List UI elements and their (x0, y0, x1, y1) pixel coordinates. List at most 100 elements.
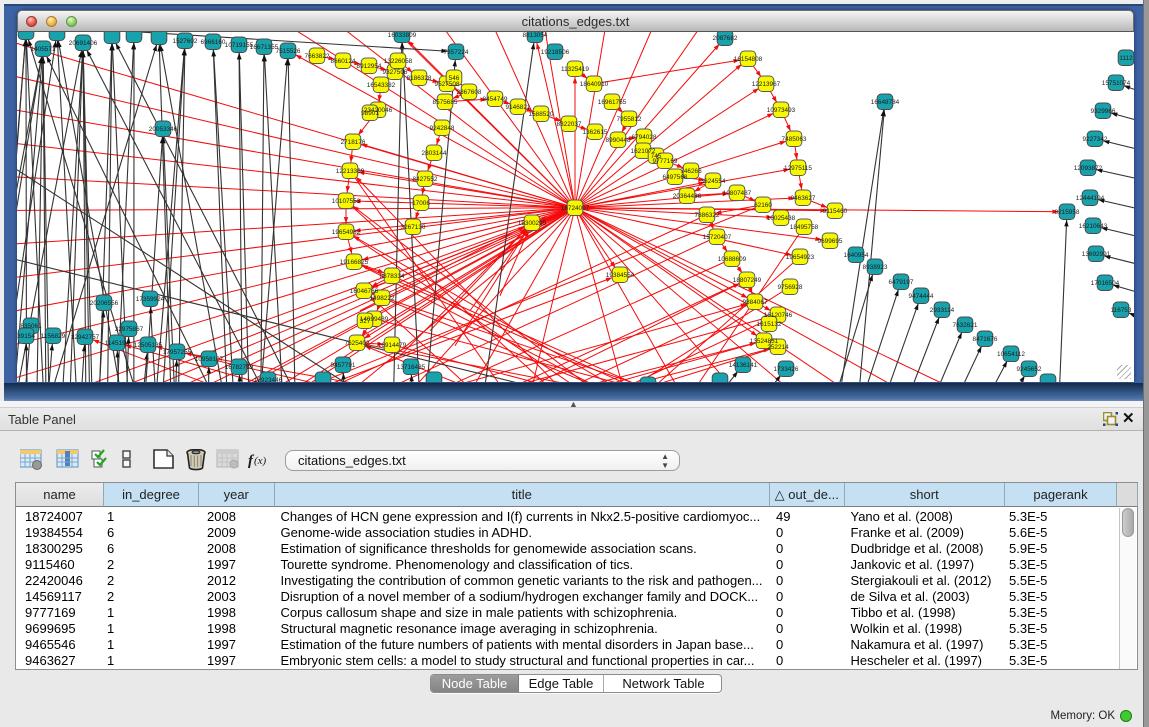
svg-text:19166825: 19166825 (340, 258, 369, 265)
svg-text:10973493: 10973493 (767, 106, 796, 113)
svg-text:1640954: 1640954 (844, 251, 869, 258)
svg-text:1527602: 1527602 (173, 37, 198, 44)
svg-text:3267130: 3267130 (401, 223, 426, 230)
svg-text:1588520: 1588520 (529, 110, 554, 117)
svg-text:16543382: 16543382 (367, 81, 396, 88)
svg-text:7632621: 7632621 (953, 321, 978, 328)
svg-text:6966160: 6966160 (201, 38, 226, 45)
svg-text:8813054: 8813054 (523, 32, 548, 39)
svg-text:7485063: 7485063 (782, 135, 807, 142)
svg-text:7625402: 7625402 (345, 339, 370, 346)
svg-text:18495758: 18495758 (790, 223, 819, 230)
svg-text:16210643: 16210643 (1079, 222, 1108, 229)
svg-text:1615132: 1615132 (757, 320, 782, 327)
svg-text:7886322: 7886322 (695, 211, 720, 218)
svg-text:12213967: 12213967 (752, 80, 781, 87)
svg-text:8912954: 8912954 (357, 62, 382, 69)
svg-text:546: 546 (449, 74, 460, 81)
svg-text:12942757: 12942757 (71, 333, 100, 340)
svg-text:16154808: 16154808 (734, 55, 763, 62)
svg-text:8215958: 8215958 (1055, 208, 1080, 215)
svg-text:20691406: 20691406 (69, 39, 98, 46)
svg-text:20206556: 20206556 (90, 299, 119, 306)
svg-text:10688609: 10688609 (718, 255, 747, 262)
svg-text:8186328: 8186328 (407, 74, 432, 81)
svg-text:9146821: 9146821 (506, 103, 531, 110)
svg-text:9115460: 9115460 (823, 207, 848, 214)
svg-text:19218506: 19218506 (541, 48, 570, 55)
svg-text:12975115: 12975115 (784, 164, 812, 171)
svg-text:32975867: 32975867 (115, 325, 144, 332)
svg-text:252214: 252214 (767, 343, 789, 350)
svg-text:9327506: 9327506 (383, 68, 408, 75)
svg-text:8575685: 8575685 (433, 98, 458, 105)
svg-text:9756928: 9756928 (778, 283, 803, 290)
svg-text:7515526: 7515526 (276, 47, 301, 54)
svg-text:16120746: 16120746 (764, 311, 793, 318)
svg-text:20364436: 20364436 (673, 192, 702, 199)
svg-text:10807487: 10807487 (723, 189, 752, 196)
svg-text:9527508: 9527508 (435, 80, 460, 87)
svg-text:8660124: 8660124 (331, 57, 356, 64)
svg-text:12505135: 12505135 (134, 341, 163, 348)
svg-text:7663822: 7663822 (305, 52, 330, 59)
svg-text:16046766: 16046766 (350, 287, 379, 294)
svg-text:10025438: 10025438 (767, 214, 796, 221)
svg-text:8938923: 8938923 (863, 263, 888, 270)
svg-text:17016504: 17016504 (1091, 279, 1120, 286)
svg-text:10107553: 10107553 (332, 197, 361, 204)
svg-text:116753: 116753 (1111, 306, 1132, 313)
svg-text:9884067: 9884067 (743, 298, 768, 305)
svg-text:9699695: 9699695 (818, 237, 843, 244)
svg-text:835061: 835061 (20, 322, 42, 329)
svg-text:13226058: 13226058 (384, 57, 413, 64)
svg-text:20053346: 20053346 (149, 125, 178, 132)
svg-text:7955812: 7955812 (617, 115, 642, 122)
svg-text:19654982: 19654982 (332, 228, 361, 235)
svg-text:13692991: 13692991 (1082, 250, 1111, 257)
svg-text:2803144: 2803144 (422, 149, 447, 156)
svg-text:16648784: 16648784 (871, 98, 900, 105)
svg-text:39154: 39154 (17, 332, 35, 339)
svg-text:18724007: 18724007 (561, 204, 590, 211)
svg-text:9242848: 9242848 (430, 124, 455, 131)
svg-text:7357224: 7357224 (444, 48, 469, 55)
svg-text:16033809: 16033809 (388, 32, 417, 39)
svg-text:62160: 62160 (754, 201, 772, 208)
svg-text:16961755: 16961755 (598, 98, 627, 105)
svg-text:1156829: 1156829 (41, 332, 66, 339)
svg-text:327: 327 (360, 317, 371, 324)
svg-text:19384554: 19384554 (606, 271, 635, 278)
svg-text:9777169: 9777169 (653, 157, 678, 164)
svg-text:9227342: 9227342 (1083, 135, 1108, 142)
svg-text:8878334: 8878334 (380, 272, 405, 279)
svg-text:9245652: 9245652 (1017, 365, 1042, 372)
svg-text:6497568: 6497568 (663, 173, 688, 180)
svg-text:12213369: 12213369 (336, 167, 365, 174)
svg-text:17359924: 17359924 (136, 295, 165, 302)
svg-text:16671355: 16671355 (250, 43, 279, 50)
svg-text:19654923: 19654923 (786, 253, 815, 260)
svg-text:12093872: 12093872 (1074, 164, 1103, 171)
svg-text:12444194: 12444194 (1076, 194, 1105, 201)
svg-text:1733426: 1733426 (774, 365, 799, 372)
svg-text:2867608: 2867608 (457, 88, 482, 95)
svg-text:3624554: 3624554 (701, 177, 726, 184)
svg-text:15751074: 15751074 (1102, 79, 1131, 86)
svg-text:8454749: 8454749 (483, 95, 508, 102)
svg-text:16782759: 16782759 (225, 363, 254, 370)
svg-text:12923446: 12923446 (254, 376, 283, 382)
svg-text:1362615: 1362615 (583, 128, 608, 135)
svg-text:18807249: 18807249 (733, 276, 762, 283)
svg-text:18640910: 18640910 (580, 80, 609, 87)
svg-text:98901: 98901 (361, 109, 379, 116)
svg-text:2087682: 2087682 (713, 34, 738, 41)
svg-text:18300295: 18300295 (518, 219, 547, 226)
svg-text:8322037: 8322037 (557, 120, 582, 127)
svg-text:8990448: 8990448 (606, 136, 631, 143)
svg-text:6479197: 6479197 (889, 278, 914, 285)
svg-text:8427552: 8427552 (413, 175, 438, 182)
svg-text:1112: 1112 (1119, 54, 1133, 61)
svg-text:13716485: 13716485 (397, 363, 426, 370)
svg-text:16914479: 16914479 (378, 341, 407, 348)
